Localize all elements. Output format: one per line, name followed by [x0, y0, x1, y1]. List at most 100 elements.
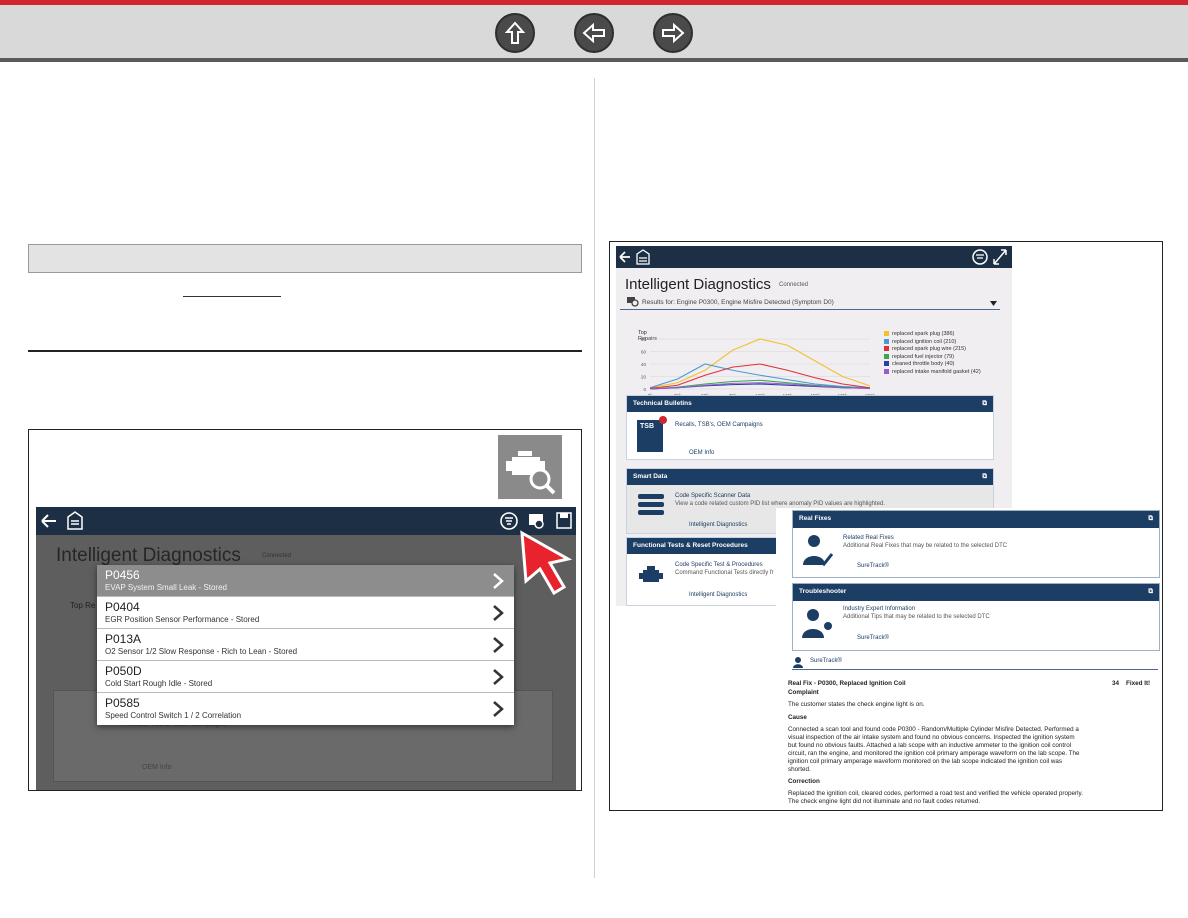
- card-title: Troubleshooter: [799, 588, 847, 595]
- suretrack-overlay: Real Fixes ⧉ Related Real Fixes Additiona…: [776, 508, 1162, 810]
- suretrack-link[interactable]: SureTrack®: [857, 563, 889, 569]
- legend-item: replaced spark plug (386): [884, 331, 981, 339]
- dtc-item[interactable]: P0585 Speed Control Switch 1 / 2 Correla…: [97, 693, 514, 725]
- dtc-selection-popup: P0456 EVAP System Small Leak - Stored P0…: [97, 565, 514, 725]
- dtc-code: P050D: [105, 664, 142, 678]
- card-text: Recalls, TSB's, OEM Campaigns: [675, 422, 763, 428]
- cause-line: but found no obvious faults. Attached a …: [788, 742, 1072, 749]
- chevron-right-icon: [493, 637, 504, 653]
- dtc-item[interactable]: P050D Cold Start Rough Idle - Stored: [97, 661, 514, 693]
- real-fixes-card[interactable]: Real Fixes ⧉ Related Real Fixes Additiona…: [792, 510, 1160, 578]
- scanner-screen: Intelligent Diagnostics Connected Top Re…: [36, 507, 576, 790]
- right-figure: Intelligent Diagnostics Connected Result…: [609, 241, 1163, 811]
- chevron-right-icon: [493, 701, 504, 717]
- legend-item: replaced ignition coil (210): [884, 339, 981, 347]
- dtc-item[interactable]: P0404 EGR Position Sensor Performance - …: [97, 597, 514, 629]
- complaint-heading: Complaint: [788, 689, 819, 696]
- card-text: Command Functional Tests directly fr: [675, 570, 774, 576]
- troubleshooter-card[interactable]: Troubleshooter ⧉ Industry Expert Informat…: [792, 583, 1160, 651]
- external-link-icon[interactable]: ⧉: [1148, 515, 1153, 523]
- home-icon: [67, 511, 83, 530]
- forward-button[interactable]: [653, 13, 693, 53]
- card-header: Troubleshooter ⧉: [793, 584, 1159, 601]
- card-heading: Industry Expert Information: [843, 606, 916, 612]
- card-header: Real Fixes ⧉: [793, 511, 1159, 528]
- back-button[interactable]: [574, 13, 614, 53]
- legend-swatch: [884, 338, 889, 344]
- legend-item: replaced spark plug wire (215): [884, 346, 981, 354]
- chevron-right-icon: [493, 573, 504, 589]
- legend-label: replaced spark plug wire (215): [892, 346, 966, 352]
- correction-line: Replaced the ignition coil, cleared code…: [788, 790, 1083, 797]
- legend-swatch: [884, 346, 889, 352]
- legend-item: replaced intake manifold gasket (42): [884, 369, 981, 377]
- dtc-item[interactable]: P0456 EVAP System Small Leak - Stored: [97, 565, 514, 597]
- card-text: Additional Real Fixes that may be relate…: [843, 543, 1008, 549]
- dtc-code: P0585: [105, 696, 140, 710]
- suretrack-user-icon: [793, 657, 803, 668]
- oem-info-link[interactable]: OEM Info: [689, 450, 714, 456]
- suretrack-rule: [792, 669, 1158, 670]
- top-nav-bar: [0, 0, 1188, 62]
- dtc-item[interactable]: P013A O2 Sensor 1/2 Slow Response - Rich…: [97, 629, 514, 661]
- chevron-down-icon[interactable]: [990, 301, 997, 306]
- chevron-right-icon: [493, 669, 504, 685]
- y-tick-label: 20: [641, 375, 647, 380]
- cause-heading: Cause: [788, 714, 807, 721]
- external-link-icon[interactable]: ⧉: [982, 473, 987, 481]
- intelligent-diagnostics-link[interactable]: Intelligent Diagnostics: [689, 522, 747, 528]
- back-arrow-icon: [41, 514, 56, 528]
- fixed-it-label[interactable]: Fixed It!: [1126, 680, 1150, 688]
- external-link-icon[interactable]: ⧉: [982, 400, 987, 408]
- cause-line: ignition coil primary amperage waveform …: [788, 758, 1063, 765]
- right-arrow-icon: [662, 22, 685, 44]
- app-toolbar: [36, 507, 576, 535]
- cause-line: Connected a scan tool and found code P03…: [788, 726, 1079, 733]
- y-tick-label: 80: [641, 337, 647, 342]
- engine-test-icon: [637, 562, 667, 590]
- technical-bulletins-card[interactable]: Technical Bulletins ⧉ TSB Recalls, TSB's,…: [626, 395, 994, 460]
- legend-label: cleaned throttle body (40): [892, 361, 955, 367]
- app-toolbar: [616, 246, 1012, 268]
- app-title: Intelligent Diagnostics: [56, 545, 241, 566]
- left-figure: Intelligent Diagnostics Connected Top Re…: [28, 429, 582, 791]
- results-dropdown[interactable]: Results for: Engine P0300, Engine Misfir…: [642, 299, 834, 306]
- cause-line: shorted.: [788, 766, 811, 773]
- intelligent-diagnostics-link[interactable]: Intelligent Diagnostics: [689, 592, 747, 598]
- connected-label: Connected: [779, 282, 809, 288]
- tsb-icon: TSB: [637, 420, 663, 452]
- card-header: Smart Data ⧉: [627, 469, 993, 485]
- legend-label: replaced intake manifold gasket (42): [892, 368, 981, 375]
- legend-label: replaced spark plug (386): [892, 331, 955, 337]
- left-arrow-icon: [582, 22, 605, 44]
- legend-swatch: [884, 331, 889, 337]
- note-header-bar: [28, 244, 582, 273]
- engine-search-icon: [627, 297, 639, 307]
- card-title: Technical Bulletins: [633, 400, 692, 407]
- fixed-count: 34: [1112, 680, 1120, 687]
- legend-swatch: [884, 368, 889, 374]
- card-heading: Code Specific Test & Procedures: [675, 562, 763, 568]
- correction-line: The check engine light did not illuminat…: [788, 798, 981, 805]
- app-title: Intelligent Diagnostics: [625, 276, 771, 293]
- dtc-code: P013A: [105, 632, 142, 646]
- cause-line: circuit, ran the engine, and monitored t…: [788, 750, 1080, 757]
- ghost-card-link: OEM Info: [142, 764, 172, 771]
- pointer-arrow-icon: [520, 530, 573, 596]
- card-heading: Related Real Fixes: [843, 535, 894, 541]
- dtc-description: Speed Control Switch 1 / 2 Correlation: [105, 711, 242, 720]
- notification-badge: [659, 416, 667, 424]
- y-tick-label: 0: [643, 387, 646, 392]
- fix-title: Real Fix - P0300, Replaced Ignition Coil: [788, 680, 906, 687]
- external-link-icon[interactable]: ⧉: [1148, 588, 1153, 596]
- chevron-right-icon: [493, 605, 504, 621]
- home-button[interactable]: [495, 13, 535, 53]
- back-arrow-icon: [619, 251, 630, 263]
- suretrack-link[interactable]: SureTrack®: [857, 635, 889, 641]
- dtc-description: O2 Sensor 1/2 Slow Response - Rich to Le…: [105, 647, 298, 656]
- card-text: Additional Tips that may be related to t…: [843, 614, 990, 620]
- dtc-description: EGR Position Sensor Performance - Stored: [105, 615, 260, 624]
- dtc-description: EVAP System Small Leak - Stored: [105, 583, 227, 592]
- up-arrow-icon: [504, 21, 526, 44]
- legend-swatch: [884, 361, 889, 367]
